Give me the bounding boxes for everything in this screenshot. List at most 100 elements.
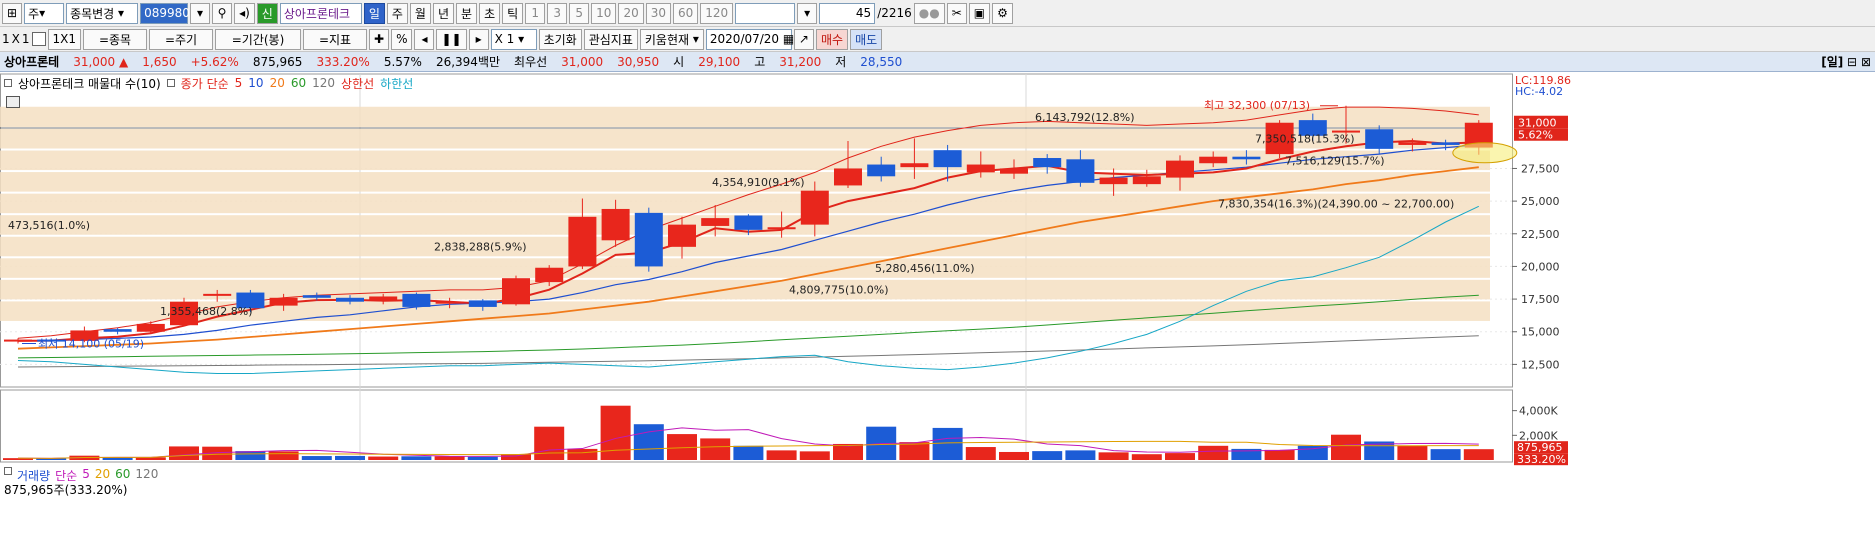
- interval-120[interactable]: 120: [700, 2, 734, 24]
- speaker-icon[interactable]: ◂): [234, 2, 255, 24]
- page-count-input[interactable]: 45: [819, 2, 876, 24]
- candle-down[interactable]: [1033, 158, 1062, 168]
- volume-bar[interactable]: [799, 451, 830, 460]
- candle-down[interactable]: [336, 297, 364, 302]
- link-icon[interactable]: ●●: [913, 2, 945, 24]
- candle-down[interactable]: [1066, 159, 1095, 183]
- candle-down[interactable]: [468, 300, 497, 307]
- date-input[interactable]: 2020/07/20 ▦: [705, 28, 794, 50]
- interval-1[interactable]: 1: [525, 2, 546, 24]
- candle-up[interactable]: [568, 216, 597, 267]
- volume-bar[interactable]: [1397, 445, 1428, 460]
- interval-dropdown-icon[interactable]: ▾: [797, 2, 818, 24]
- candle-up[interactable]: [369, 296, 398, 301]
- volume-bar[interactable]: [467, 456, 498, 460]
- volume-bar[interactable]: [1165, 453, 1195, 460]
- candle-down[interactable]: [1365, 129, 1394, 149]
- buy-button[interactable]: 매수: [815, 28, 849, 50]
- candle-down[interactable]: [634, 212, 663, 267]
- volume-bar[interactable]: [368, 456, 399, 460]
- tab-day[interactable]: 일: [363, 2, 385, 24]
- interval-custom-select[interactable]: [735, 2, 796, 24]
- candle-up[interactable]: [1132, 176, 1161, 185]
- volume-bar[interactable]: [766, 450, 797, 460]
- scissors-icon[interactable]: ✂: [946, 2, 967, 24]
- candle-up[interactable]: [136, 323, 165, 332]
- window-close-icon[interactable]: ⊠: [1861, 55, 1871, 69]
- chart-layout-icon[interactable]: ⊞: [2, 2, 23, 24]
- candle-up[interactable]: [966, 164, 995, 173]
- interval-20[interactable]: 20: [618, 2, 644, 24]
- volume-bar[interactable]: [169, 446, 199, 460]
- interval-60[interactable]: 60: [673, 2, 699, 24]
- tab-week[interactable]: 주: [386, 2, 408, 24]
- candle-up[interactable]: [203, 293, 232, 296]
- interval-5[interactable]: 5: [569, 2, 590, 24]
- candle-up[interactable]: [1166, 160, 1194, 178]
- volume-bar[interactable]: [1198, 445, 1229, 460]
- candle-up[interactable]: [502, 278, 530, 305]
- sync-period-button[interactable]: =주기: [149, 28, 214, 50]
- volume-bar[interactable]: [999, 451, 1029, 460]
- volume-bar[interactable]: [268, 451, 299, 460]
- tab-tick[interactable]: 틱: [502, 2, 524, 24]
- price-chart[interactable]: 6,143,792(12.8%) 7,350,518(15.3%) 7,516,12…: [0, 72, 1875, 551]
- volume-bar[interactable]: [733, 445, 764, 460]
- volume-bar[interactable]: [1264, 449, 1295, 460]
- period-select[interactable]: 주 ▾: [24, 2, 65, 24]
- candle-up[interactable]: [701, 218, 730, 226]
- volume-bars[interactable]: [3, 405, 1494, 460]
- candle-up[interactable]: [601, 208, 630, 241]
- candle-up[interactable]: [900, 163, 929, 168]
- volume-bar[interactable]: [567, 448, 598, 460]
- candle-down[interactable]: [103, 329, 132, 332]
- speed-select[interactable]: X 1 ▾: [490, 28, 537, 50]
- stock-code-dropdown-icon[interactable]: ▾: [190, 2, 211, 24]
- interval-3[interactable]: 3: [547, 2, 568, 24]
- window-restore-icon[interactable]: ⊟: [1847, 55, 1857, 69]
- sync-range-button[interactable]: =기간(봉): [215, 28, 302, 50]
- volume-bar[interactable]: [434, 456, 465, 460]
- interest-indicator-button[interactable]: 관심지표: [583, 28, 638, 50]
- volume-toggle-icon[interactable]: [4, 467, 12, 475]
- candle-up[interactable]: [1199, 156, 1228, 164]
- candle-up[interactable]: [834, 168, 862, 186]
- volume-bar[interactable]: [1331, 434, 1361, 460]
- interval-10[interactable]: 10: [591, 2, 617, 24]
- candle-up[interactable]: [4, 339, 32, 342]
- percent-button[interactable]: %: [391, 28, 413, 50]
- reset-button[interactable]: 초기화: [538, 28, 582, 50]
- volume-bar[interactable]: [1430, 449, 1461, 460]
- candle-up[interactable]: [767, 227, 796, 230]
- candle-down[interactable]: [734, 215, 763, 230]
- volume-bar[interactable]: [965, 447, 996, 460]
- volume-bar[interactable]: [335, 455, 365, 460]
- step-forward-icon[interactable]: ▸: [468, 28, 489, 50]
- legend-toggle-icon[interactable]: [4, 79, 12, 87]
- candle-up[interactable]: [1000, 168, 1028, 174]
- candle-up[interactable]: [269, 297, 298, 306]
- tab-second[interactable]: 초: [479, 2, 501, 24]
- table-toggle-icon[interactable]: [6, 96, 20, 108]
- save-icon[interactable]: ▣: [968, 2, 991, 24]
- volume-bar[interactable]: [1098, 452, 1129, 460]
- candle-down[interactable]: [302, 295, 331, 298]
- candle-up[interactable]: [1099, 177, 1128, 185]
- interval-30[interactable]: 30: [645, 2, 671, 24]
- volume-bar[interactable]: [534, 426, 565, 460]
- candle-up[interactable]: [435, 301, 464, 304]
- volume-bar[interactable]: [1032, 451, 1063, 460]
- candle-down[interactable]: [402, 293, 431, 307]
- sell-button[interactable]: 매도: [850, 28, 883, 50]
- volume-bar[interactable]: [401, 456, 432, 460]
- volume-bar[interactable]: [1065, 450, 1096, 460]
- candle-up[interactable]: [668, 224, 696, 247]
- pause-icon[interactable]: ❚❚: [436, 28, 467, 50]
- chart-pointer-icon[interactable]: ↗: [793, 28, 814, 50]
- step-back-icon[interactable]: ◂: [414, 28, 435, 50]
- candle-up[interactable]: [535, 267, 564, 283]
- layout-checkbox[interactable]: [31, 32, 46, 46]
- candle-down[interactable]: [1431, 142, 1460, 145]
- candle-down[interactable]: [933, 150, 962, 168]
- legend-ma-toggle-icon[interactable]: [166, 79, 175, 87]
